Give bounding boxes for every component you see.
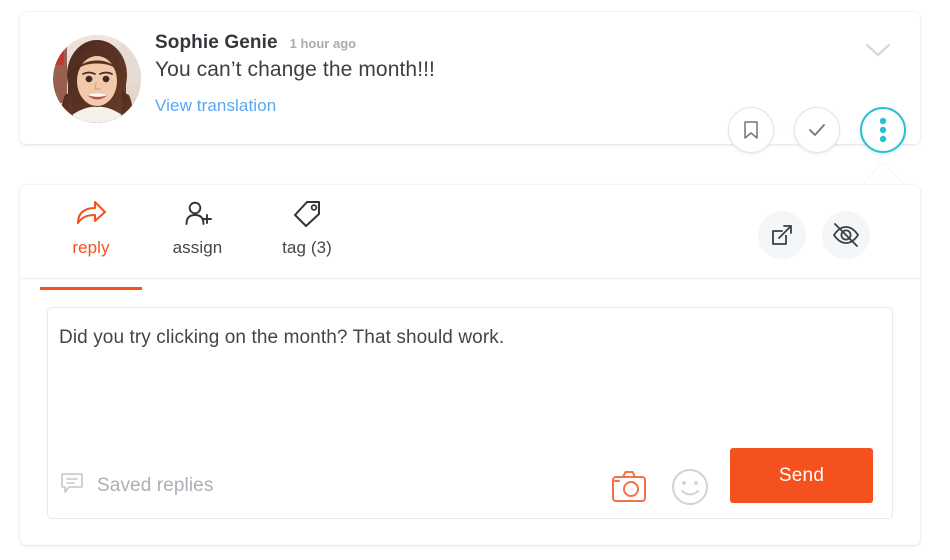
bookmark-icon bbox=[740, 118, 762, 142]
emoji-button[interactable] bbox=[670, 467, 710, 507]
reply-input-value: Did you try clicking on the month? That … bbox=[59, 327, 504, 349]
hide-button[interactable] bbox=[822, 211, 870, 259]
view-translation-link[interactable]: View translation bbox=[155, 96, 276, 116]
reply-arrow-icon bbox=[74, 197, 108, 231]
chevron-down-icon[interactable] bbox=[861, 38, 895, 62]
message-header: Sophie Genie 1 hour ago bbox=[155, 32, 356, 54]
camera-icon bbox=[609, 468, 649, 506]
tab-tag-label: tag (3) bbox=[282, 238, 332, 258]
tab-reply[interactable]: reply bbox=[40, 197, 142, 277]
check-icon bbox=[805, 119, 829, 141]
eye-off-icon bbox=[832, 223, 860, 247]
message-card: Sophie Genie 1 hour ago You can’t change… bbox=[20, 12, 920, 144]
avatar bbox=[53, 35, 141, 123]
author-name: Sophie Genie bbox=[155, 32, 278, 54]
tab-tag[interactable]: tag (3) bbox=[257, 197, 357, 277]
tab-assign-label: assign bbox=[173, 238, 223, 258]
tab-assign[interactable]: assign bbox=[150, 197, 245, 277]
person-add-icon bbox=[181, 197, 215, 231]
message-text: You can’t change the month!!! bbox=[155, 58, 435, 82]
resolve-button[interactable] bbox=[794, 107, 840, 153]
composer-pointer bbox=[862, 163, 904, 186]
camera-button[interactable] bbox=[609, 468, 649, 506]
message-timestamp: 1 hour ago bbox=[290, 36, 356, 51]
external-link-icon bbox=[770, 223, 794, 247]
saved-replies-button[interactable]: Saved replies bbox=[60, 472, 213, 499]
saved-replies-icon bbox=[60, 472, 84, 499]
open-external-button[interactable] bbox=[758, 211, 806, 259]
saved-replies-label: Saved replies bbox=[97, 475, 213, 497]
more-options-button[interactable] bbox=[860, 107, 906, 153]
more-vertical-icon bbox=[879, 117, 887, 143]
smiley-icon bbox=[670, 467, 710, 507]
tab-reply-label: reply bbox=[72, 238, 109, 258]
send-button[interactable]: Send bbox=[730, 448, 873, 503]
bookmark-button[interactable] bbox=[728, 107, 774, 153]
tag-icon bbox=[290, 197, 324, 231]
